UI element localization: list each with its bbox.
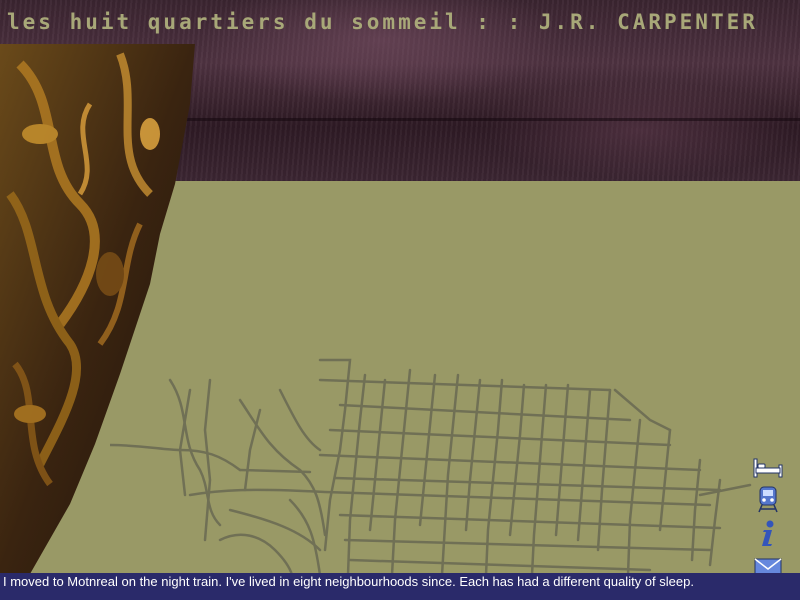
info-button[interactable]: [750, 518, 786, 548]
caption-text: I moved to Motnreal on the night train. …: [0, 573, 800, 600]
train-icon: [758, 486, 778, 513]
street-map: [110, 358, 752, 575]
bed-icon: [753, 458, 783, 478]
site-title: les huit quartiers du sommeil : : J.R. C…: [7, 10, 758, 34]
train-button[interactable]: [750, 484, 786, 514]
bed-button[interactable]: [750, 452, 786, 482]
info-icon: [762, 520, 774, 546]
